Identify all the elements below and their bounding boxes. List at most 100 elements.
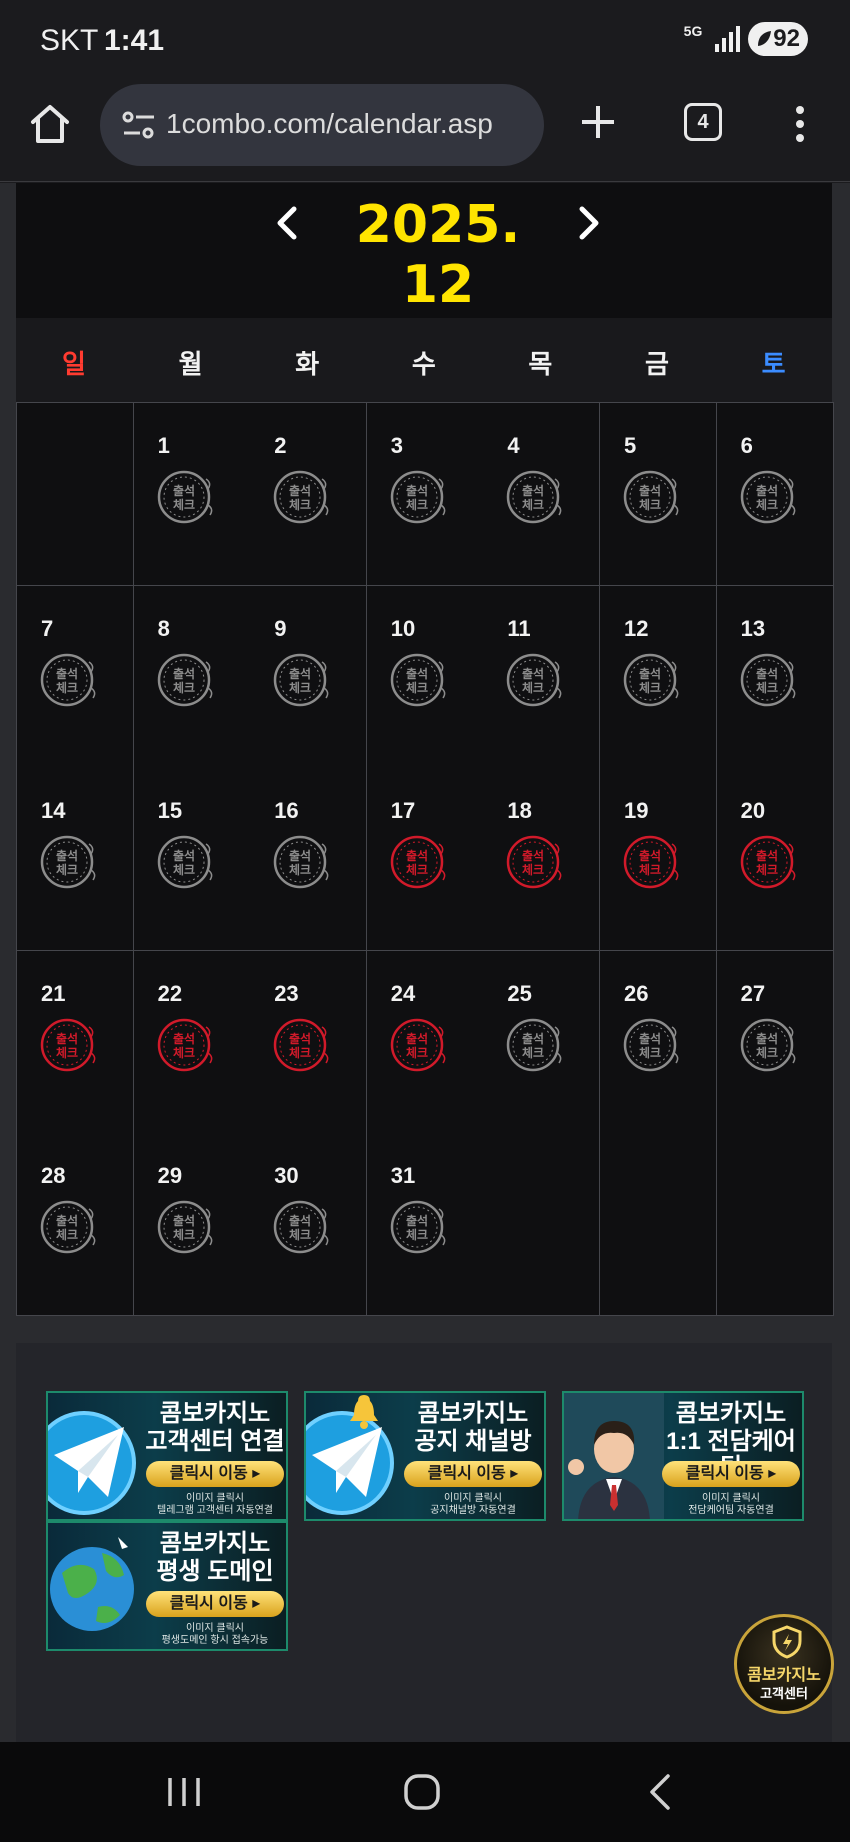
calendar-day-cell[interactable]: 13 출석 체크 [716, 585, 834, 769]
calendar-day-cell[interactable]: 1 출석 체크 [133, 403, 251, 586]
back-icon[interactable] [646, 1772, 676, 1812]
banner-button[interactable]: 클릭시 이동 ▸ [146, 1591, 284, 1617]
svg-text:출석: 출석 [756, 483, 778, 498]
calendar-day-cell[interactable]: 9 출석 체크 [250, 585, 368, 769]
day-number: 13 [740, 615, 766, 641]
banner-subtitle: 공지 채널방 [414, 1428, 532, 1455]
calendar-day-cell[interactable]: 10 출석 체크 [366, 585, 484, 769]
day-number: 29 [157, 1163, 183, 1189]
month-header: 2025. 12 [16, 183, 832, 318]
calendar-day-cell[interactable]: 30 출석 체크 [250, 1133, 368, 1317]
svg-text:체크: 체크 [639, 680, 661, 695]
svg-text:체크: 체크 [56, 680, 78, 695]
svg-text:출석: 출석 [406, 483, 428, 498]
calendar-day-cell[interactable]: 19 출석 체크 [600, 768, 717, 952]
prev-month-icon[interactable] [268, 203, 308, 243]
calendar-day-cell[interactable]: 26 출석 체크 [600, 950, 717, 1134]
day-number: 10 [390, 615, 416, 641]
banner-title: 콤보카지노 [159, 1530, 271, 1557]
calendar-day-cell[interactable]: 31 출석 체크 [366, 1133, 484, 1317]
telegram-bell-icon [306, 1395, 394, 1515]
calendar-day-cell[interactable]: 16 출석 체크 [250, 768, 368, 952]
customer-center-badge[interactable]: 콤보카지노 고객센터 [734, 1614, 834, 1714]
calendar-day-cell[interactable]: 5 출석 체크 [600, 403, 717, 586]
day-number: 12 [624, 615, 649, 641]
promo-banner[interactable]: 콤보카지노1:1 전담케어팀클릭시 이동 ▸이미지 클릭시전담케어팀 자동연결 [562, 1391, 804, 1521]
address-bar[interactable]: 1combo.com/calendar.asp [100, 84, 544, 166]
svg-text:체크: 체크 [173, 862, 195, 877]
power-saving-icon [758, 31, 771, 46]
attendance-stamp: 출석체크 [740, 1018, 795, 1072]
calendar-day-cell[interactable]: 25 출석 체크 [483, 950, 601, 1134]
day-number: 3 [390, 433, 404, 458]
calendar-day-cell[interactable]: 8 출석 체크 [133, 585, 251, 769]
tab-switcher-button[interactable]: 4 [684, 103, 722, 141]
promo-banner[interactable]: 콤보카지노 공지 채널방 클릭시 이동 ▸ 이미지 클릭시 공지채널방 자동연결 [304, 1391, 546, 1521]
site-settings-icon[interactable] [122, 110, 156, 140]
day-number: 28 [41, 1163, 66, 1189]
status-bar: SKT 1:41 5G 92 [0, 0, 850, 80]
new-tab-icon[interactable] [578, 102, 618, 142]
calendar-day-cell[interactable]: 7 출석 체크 [17, 585, 134, 769]
svg-text:체크: 체크 [173, 1227, 195, 1242]
attendance-stamp-checked: 출석체크 [507, 835, 562, 889]
calendar-day-cell[interactable]: 29 출석 체크 [133, 1133, 251, 1317]
banner-caption: 이미지 클릭시 [444, 1493, 502, 1504]
svg-text:체크: 체크 [173, 497, 195, 512]
calendar-day-cell[interactable]: 2 출석 체크 [250, 403, 368, 586]
attendance-stamp-checked: 출석체크 [273, 1018, 329, 1072]
home-icon[interactable] [28, 102, 72, 146]
weekday-label: 수 [411, 349, 436, 379]
banner-button[interactable]: 클릭시 이동 ▸ [146, 1461, 284, 1487]
banner-subtitle: 고객센터 연결 [145, 1428, 285, 1455]
attendance-stamp: 출석체크 [390, 1201, 446, 1254]
recent-apps-icon[interactable] [166, 1776, 202, 1808]
overflow-menu-icon[interactable] [790, 104, 810, 144]
svg-text:출석: 출석 [406, 1213, 428, 1228]
weekday-header: 일월화수목금토 [16, 318, 832, 403]
calendar-day-cell[interactable]: 20 출석 체크 [716, 768, 834, 952]
day-number: 31 [390, 1163, 416, 1189]
next-month-icon[interactable] [568, 203, 608, 243]
svg-text:출석: 출석 [173, 1031, 195, 1046]
svg-text:출석: 출석 [173, 848, 195, 863]
calendar-day-cell[interactable]: 6 출석 체크 [716, 403, 834, 586]
svg-text:체크: 체크 [173, 680, 195, 695]
calendar-day-cell[interactable]: 24 출석 체크 [366, 950, 484, 1134]
attendance-stamp-checked: 출석체크 [390, 835, 446, 889]
weekday-label: 월 [178, 349, 203, 379]
calendar-day-cell[interactable]: 11 출석 체크 [483, 585, 601, 769]
calendar-day-cell[interactable]: 23 출석 체크 [250, 950, 368, 1134]
calendar-day-cell[interactable]: 17 출석 체크 [366, 768, 484, 952]
telegram-icon [48, 1411, 136, 1515]
attendance-stamp: 출석체크 [390, 470, 446, 524]
promo-banner[interactable]: 콤보카지노 평생 도메인 클릭시 이동 ▸ 이미지 클릭시 평생도메인 항시 접속가능 [46, 1521, 288, 1651]
svg-text:체크: 체크 [406, 497, 428, 512]
attendance-stamp: 출석체크 [40, 653, 96, 706]
calendar-cell-empty [600, 1133, 717, 1317]
day-number: 16 [274, 798, 299, 824]
day-number: 27 [740, 980, 766, 1006]
calendar-day-cell[interactable]: 3 출석 체크 [366, 403, 484, 586]
calendar-day-cell[interactable]: 22 출석 체크 [133, 950, 251, 1134]
weekday-label: 목 [528, 349, 553, 379]
svg-text:출석: 출석 [173, 483, 195, 498]
calendar-day-cell[interactable]: 12 출석 체크 [600, 585, 717, 769]
calendar-day-cell[interactable]: 27 출석 체크 [716, 950, 834, 1134]
system-home-icon[interactable] [402, 1772, 442, 1812]
attendance-stamp: 출석체크 [273, 1201, 329, 1254]
svg-text:출석: 출석 [522, 1031, 544, 1046]
calendar-day-cell[interactable]: 21 출석 체크 [17, 950, 134, 1134]
calendar-day-cell[interactable]: 14 출석 체크 [17, 768, 134, 952]
day-number: 19 [624, 798, 649, 824]
calendar-day-cell[interactable]: 15 출석 체크 [133, 768, 251, 952]
calendar-day-cell[interactable]: 18 출석 체크 [483, 768, 601, 952]
calendar-page: 2025. 12 일월화수목금토 1 출석 체크 2 출석 체크 3 출석 체크 4 출석 체크 5 출석… [0, 183, 850, 1742]
day-number: 20 [740, 798, 766, 824]
banner-button[interactable]: 클릭시 이동 ▸ [404, 1461, 542, 1487]
promo-banner[interactable]: 콤보카지노 고객센터 연결 클릭시 이동 ▸ 이미지 클릭시 텔레그램 고객센터 자동연… [46, 1391, 288, 1521]
banner-button[interactable]: 클릭시 이동 ▸ [662, 1461, 800, 1487]
calendar-day-cell[interactable]: 28 출석 체크 [17, 1133, 134, 1317]
calendar-day-cell[interactable]: 4 출석 체크 [483, 403, 601, 586]
day-number: 9 [274, 615, 287, 641]
